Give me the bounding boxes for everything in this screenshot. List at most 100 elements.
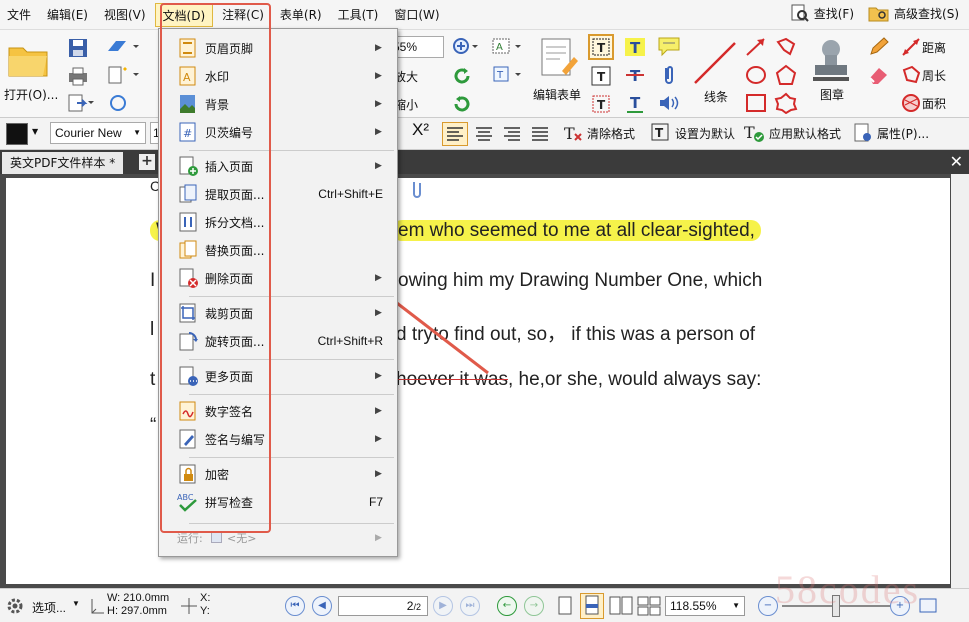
arrow-left-icon: ← [502, 600, 512, 611]
menu-edit[interactable]: 编辑(E) [40, 3, 95, 27]
print-button[interactable] [66, 64, 90, 88]
menu-label: 签名与编写 [205, 432, 266, 447]
menu-item-rotate-pages[interactable]: 旋转页面... Ctrl+Shift+R [159, 328, 397, 354]
menu-item-digital-signature[interactable]: 数字签名 ▶ [159, 398, 397, 424]
menu-window[interactable]: 窗口(W) [387, 3, 446, 27]
menu-item-header-footer[interactable]: 页眉页脚 ▶ [159, 35, 397, 61]
align-left-button[interactable] [442, 122, 468, 146]
area-button[interactable] [898, 92, 924, 114]
page-number-input[interactable]: 2/2 [338, 596, 428, 616]
forward-view-button[interactable]: → [524, 596, 544, 616]
hand-tool-button[interactable] [104, 36, 144, 58]
align-center-button[interactable] [472, 123, 496, 145]
text-color-swatch[interactable] [6, 123, 28, 145]
menu-tools[interactable]: 工具(T) [331, 3, 386, 27]
document-tab[interactable]: 英文PDF文件样本 * [2, 152, 124, 174]
menu-view[interactable]: 视图(V) [97, 3, 153, 27]
callout-button[interactable]: T [588, 92, 614, 116]
snapshot-button[interactable] [104, 92, 134, 114]
eraser-button[interactable] [866, 64, 892, 86]
perimeter-label[interactable]: 周长 [922, 67, 946, 84]
justify-button[interactable] [528, 123, 552, 145]
menu-item-watermark[interactable]: A 水印 ▶ [159, 63, 397, 89]
options-label[interactable]: 选项... [32, 599, 66, 616]
single-page-icon[interactable] [556, 595, 574, 617]
cloud-tool-button[interactable] [772, 92, 800, 114]
line-tool-button[interactable] [690, 38, 740, 88]
rotate-left-button[interactable] [450, 64, 474, 88]
menu-item-more-pages[interactable]: 更多页面 ▶ [159, 363, 397, 389]
set-default-button[interactable]: T 设置为默认 [650, 122, 735, 144]
menu-form[interactable]: 表单(R) [273, 3, 329, 27]
align-right-button[interactable] [500, 123, 524, 145]
apply-default-button[interactable]: T 应用默认格式 [742, 122, 841, 144]
rectangle-tool-button[interactable] [742, 92, 770, 114]
open-button[interactable] [6, 38, 50, 80]
attach-file-button[interactable] [656, 64, 682, 86]
close-icon[interactable]: ✕ [950, 152, 963, 171]
rotate-right-button[interactable] [450, 92, 474, 116]
menu-item-extract-pages[interactable]: 提取页面... Ctrl+Shift+E [159, 181, 397, 207]
highlight-text-button[interactable]: T [622, 36, 648, 58]
export-button[interactable] [66, 92, 96, 114]
stamp-button[interactable] [808, 36, 854, 84]
note-button[interactable] [656, 36, 682, 58]
perimeter-button[interactable] [898, 64, 924, 86]
facing-pages-icon[interactable] [608, 595, 634, 617]
area-label[interactable]: 面积 [922, 95, 946, 112]
menu-document[interactable]: 文档(D) [154, 2, 214, 27]
polygon-tool-button[interactable] [772, 64, 800, 86]
last-page-button[interactable]: ⏭ [460, 596, 480, 616]
menu-item-encrypt[interactable]: 加密 ▶ [159, 461, 397, 487]
oval-tool-button[interactable] [742, 64, 770, 86]
save-button[interactable] [66, 36, 90, 60]
new-page-button[interactable] [104, 64, 144, 86]
first-page-button[interactable]: ⏮ [285, 596, 305, 616]
previous-page-button[interactable]: ◀ [312, 596, 332, 616]
menu-item-replace-pages[interactable]: 替换页面... [159, 237, 397, 263]
menu-item-spell-check[interactable]: ABC 拼写检查 F7 [159, 489, 397, 515]
continuous-facing-icon[interactable] [636, 595, 662, 617]
select-text-button[interactable]: A [490, 36, 524, 58]
menu-item-sign-and-write[interactable]: 签名与编写 ▶ [159, 426, 397, 452]
new-tab-icon[interactable]: + [139, 154, 155, 170]
menu-item-delete-pages[interactable]: 删除页面 ▶ [159, 265, 397, 291]
strikeout-button[interactable]: T [622, 64, 648, 86]
gear-icon[interactable] [6, 597, 24, 615]
distance-label[interactable]: 距离 [922, 39, 946, 56]
edit-form-button[interactable] [534, 36, 584, 82]
menu-file[interactable]: 文件 [0, 3, 38, 27]
arrow-tool-button[interactable] [742, 36, 770, 58]
font-family-select[interactable]: Courier New ▼ [50, 122, 146, 144]
fit-page-icon[interactable] [918, 597, 938, 615]
menu-item-bates-numbering[interactable]: # 贝茨编号 ▶ [159, 119, 397, 145]
continuous-page-button[interactable] [580, 593, 604, 619]
menu-item-split-document[interactable]: 拆分文档... [159, 209, 397, 235]
superscript-icon[interactable]: X² [412, 120, 429, 140]
next-page-button[interactable]: ▶ [433, 596, 453, 616]
paperclip-annotation-icon[interactable] [410, 180, 424, 200]
typewriter-button[interactable]: T [588, 64, 614, 88]
polyline-tool-button[interactable] [772, 36, 800, 58]
options-chevron-down-icon[interactable]: ▼ [72, 599, 80, 608]
menu-comment[interactable]: 注释(C) [215, 3, 271, 27]
clear-format-button[interactable]: T 清除格式 [562, 122, 635, 144]
pdf-page[interactable]: C W em who seemed to me at all clear-sig… [6, 178, 950, 584]
underline-button[interactable]: T [622, 92, 648, 114]
color-dropdown-icon[interactable]: ▼ [32, 127, 38, 136]
textbox-tool-button[interactable]: T [588, 34, 614, 60]
distance-button[interactable] [898, 36, 924, 58]
sound-button[interactable] [656, 92, 682, 114]
menu-item-crop-pages[interactable]: 裁剪页面 ▶ [159, 300, 397, 326]
menu-item-background[interactable]: 背景 ▶ [159, 91, 397, 117]
back-view-button[interactable]: ← [497, 596, 517, 616]
properties-button[interactable]: 属性(P)... [852, 122, 929, 144]
find-button[interactable]: 查找(F) [790, 3, 854, 23]
vertical-scrollbar[interactable] [951, 174, 969, 588]
menu-item-insert-page[interactable]: 插入页面 ▶ [159, 153, 397, 179]
zoom-level-select[interactable]: 118.55% ▼ [665, 596, 745, 616]
zoom-magnifier-button[interactable] [450, 36, 480, 58]
add-text-button[interactable]: T [490, 64, 524, 86]
advanced-find-button[interactable]: 高级查找(S) [868, 3, 959, 23]
pencil-button[interactable] [866, 36, 892, 58]
